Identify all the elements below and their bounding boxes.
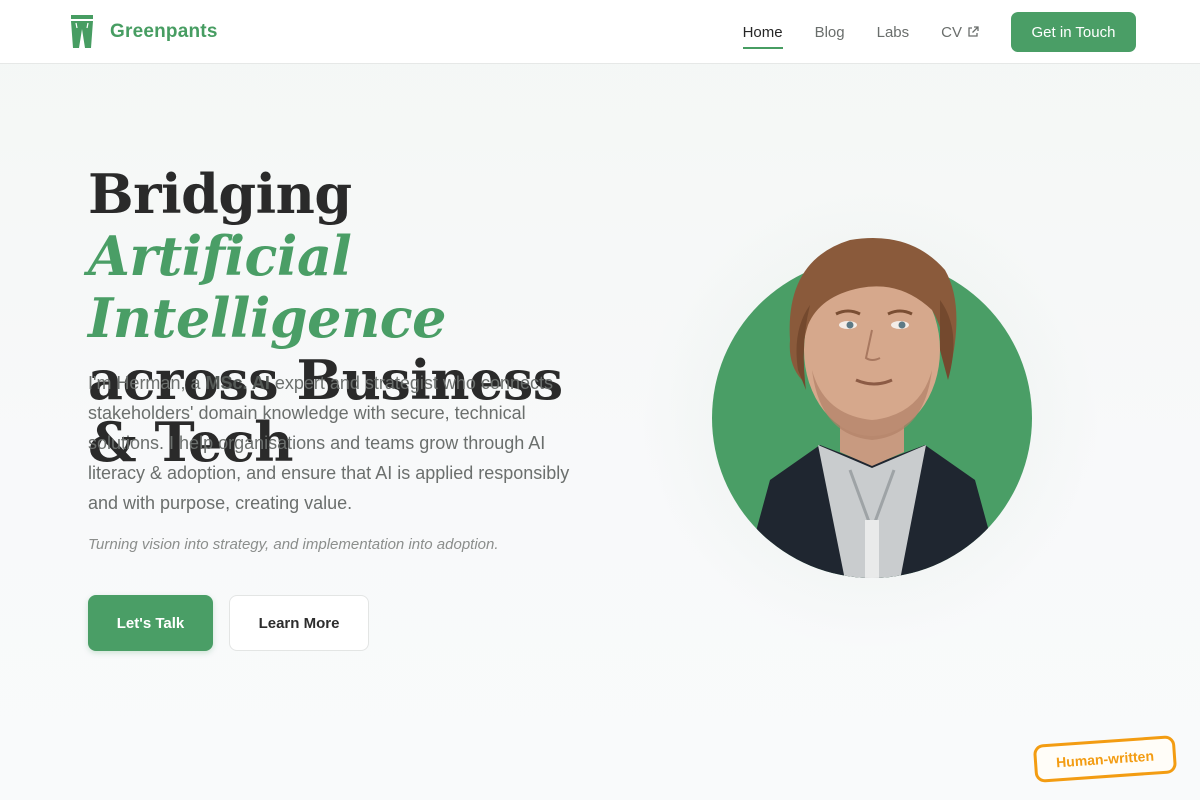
brand[interactable]: Greenpants — [70, 15, 218, 48]
get-in-touch-button[interactable]: Get in Touch — [1011, 12, 1136, 52]
portrait — [640, 190, 1100, 650]
nav-item-label: Blog — [814, 23, 845, 41]
external-link-icon — [968, 26, 979, 37]
nav-item-label: CV — [941, 23, 962, 41]
hero-title-accent: Artificial Intelligence — [88, 224, 446, 350]
nav-item-blog[interactable]: Blog — [815, 24, 845, 41]
nav-item-home[interactable]: Home — [742, 23, 783, 49]
portrait-photo — [712, 238, 1032, 578]
desc-rest: expert and strategist who connects stake… — [88, 373, 570, 513]
badge-label: Human-written — [1055, 747, 1155, 771]
nav-item-label: Labs — [876, 23, 910, 41]
human-written-badge: Human-written — [1032, 735, 1178, 783]
nav-item-cv[interactable]: CV — [941, 24, 979, 41]
brand-name: Greenpants — [110, 20, 218, 42]
hero-tagline: Turning vision into strategy, and implem… — [88, 536, 499, 553]
pants-icon — [71, 15, 93, 48]
lets-talk-button[interactable]: Let's Talk — [88, 595, 213, 651]
desc-degree: MSc. AI — [205, 373, 270, 393]
desc-intro: I'm Herman, a — [88, 373, 206, 393]
hero-title-part1: Bridging — [88, 162, 352, 226]
nav-item-label: Home — [742, 23, 783, 41]
hero-description: I'm Herman, a MSc. AI expert and strateg… — [88, 368, 578, 518]
nav-item-labs[interactable]: Labs — [877, 24, 910, 41]
site-header: Greenpants Home Blog Labs CV Get in Touc… — [0, 0, 1200, 64]
learn-more-button[interactable]: Learn More — [229, 595, 369, 651]
main-nav: Home Blog Labs CV — [711, 0, 979, 64]
